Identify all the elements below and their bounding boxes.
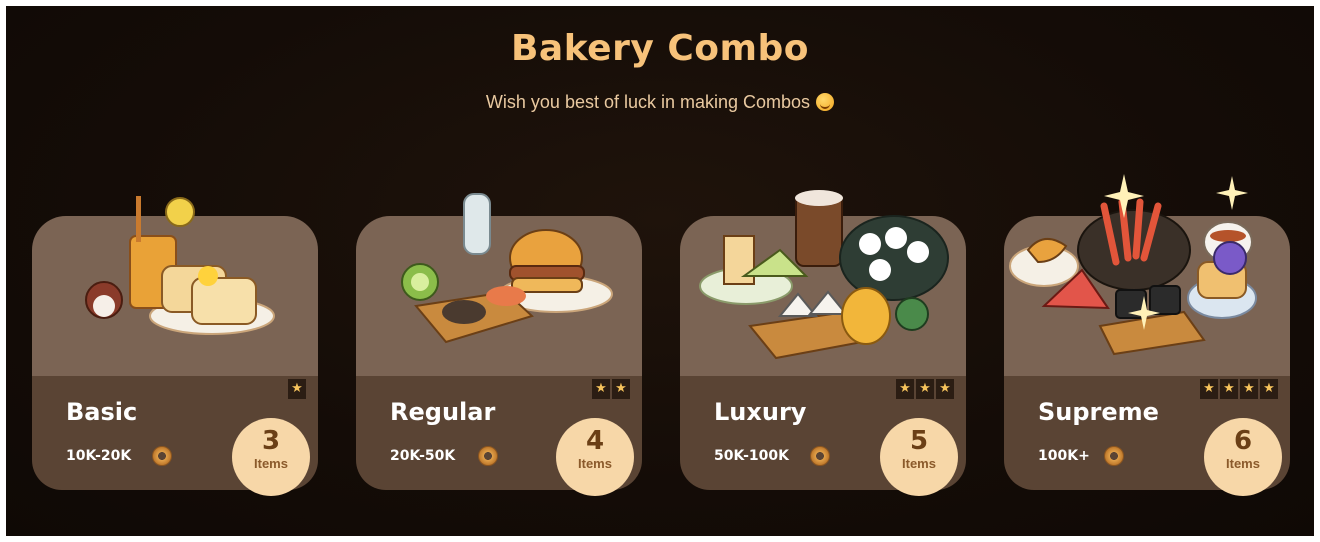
basic-food-illustration [85,196,275,335]
rating-stars: ★ ★ ★ ★ [1200,379,1278,399]
card-info-area: ★ Basic 10K-20K 3 Items [32,376,318,496]
star-icon: ★ [592,379,610,399]
item-count: 4 [585,426,605,456]
price-range: 20K-50K [390,448,456,464]
supreme-food-illustration [1009,174,1257,356]
combo-name: Supreme [1038,398,1159,426]
page-subtitle: Wish you best of luck in making Combos [6,92,1314,113]
combo-card-regular[interactable]: ★ ★ Regular 20K-50K 4 Items [356,193,642,496]
star-icon: ★ [896,379,914,399]
item-count-label: Items [254,456,288,471]
combo-card-basic[interactable]: ★ Basic 10K-20K 3 Items [32,196,318,496]
page-title: Bakery Combo [510,28,810,69]
rating-stars: ★ ★ ★ [896,379,954,399]
item-count: 3 [261,426,281,456]
star-icon: ★ [936,379,954,399]
combo-name: Luxury [714,398,807,426]
bakery-combo-screen: Bakery Combo Wish you best of luck in ma… [6,6,1314,536]
item-count-label: Items [578,456,612,471]
combo-name: Regular [390,398,496,426]
star-icon: ★ [1220,379,1238,399]
price-range: 10K-20K [66,448,132,464]
item-count: 5 [909,426,929,456]
item-count: 6 [1233,426,1253,456]
combo-card-supreme[interactable]: ★ ★ ★ ★ Supreme 100K+ 6 Items [1004,174,1290,496]
price-range: 100K+ [1038,448,1090,464]
rating-stars: ★ ★ [592,379,630,399]
star-icon: ★ [1260,379,1278,399]
coin-icon [810,446,830,466]
combo-list: ★ Basic 10K-20K 3 Items ★ ★ Regular 20K-… [32,174,1302,496]
star-icon: ★ [1200,379,1218,399]
price-range: 50K-100K [714,448,789,464]
combo-name: Basic [66,398,138,426]
subtitle-text: Wish you best of luck in making Combos [485,92,811,112]
item-count-label: Items [902,456,936,471]
coin-icon [478,446,498,466]
card-info-area: ★ ★ ★ Luxury 50K-100K 5 Items [680,376,966,496]
star-icon: ★ [916,379,934,399]
smiley-emoji-icon [816,93,835,111]
star-icon: ★ [1240,379,1258,399]
coin-icon [1104,446,1124,466]
coin-icon [152,446,172,466]
rating-stars: ★ [288,379,306,399]
combo-card-luxury[interactable]: ★ ★ ★ Luxury 50K-100K 5 Items [680,190,966,496]
luxury-food-illustration [699,190,949,360]
regular-food-illustration [401,193,613,344]
item-count-label: Items [1226,456,1260,471]
card-info-area: ★ ★ Regular 20K-50K 4 Items [356,376,642,496]
item-count-badge: 4 Items [556,418,634,496]
item-count-badge: 3 Items [232,418,310,496]
star-icon: ★ [612,379,630,399]
item-count-badge: 6 Items [1204,418,1282,496]
item-count-badge: 5 Items [880,418,958,496]
card-info-area: ★ ★ ★ ★ Supreme 100K+ 6 Items [1004,376,1290,496]
star-icon: ★ [288,379,306,399]
